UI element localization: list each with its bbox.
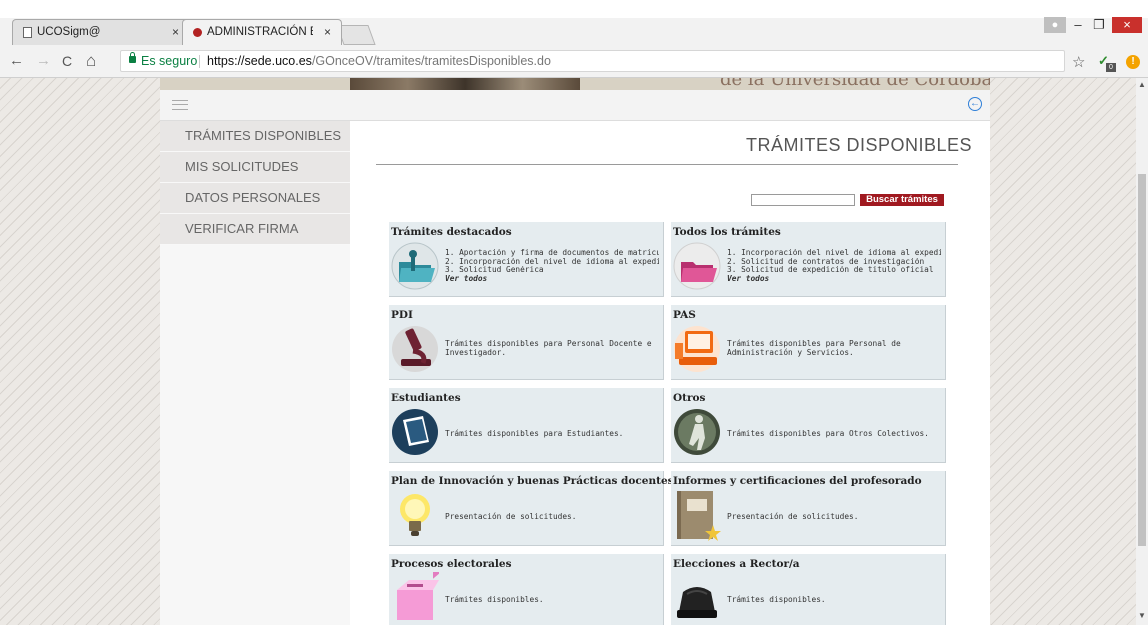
scroll-up-icon[interactable]: ▲ bbox=[1138, 80, 1146, 89]
card-procesos-electorales[interactable]: Procesos electorales Trámites disponible… bbox=[389, 554, 664, 625]
card-estudiantes[interactable]: Estudiantes Trámites disponibles para Es… bbox=[389, 388, 664, 463]
search-input[interactable] bbox=[751, 194, 855, 206]
extension-badge: 0 bbox=[1106, 63, 1116, 72]
scroll-down-icon[interactable]: ▼ bbox=[1138, 611, 1146, 620]
sidebar-item-datos-personales[interactable]: DATOS PERSONALES bbox=[160, 183, 350, 214]
card-title[interactable]: Elecciones a Rector/a bbox=[673, 558, 800, 570]
card-items: 1. Aportación y firma de documentos de m… bbox=[445, 249, 659, 283]
lightbulb-icon bbox=[400, 494, 430, 536]
book-icon bbox=[392, 409, 438, 455]
list-item[interactable]: 3. Solicitud de expedición de título ofi… bbox=[727, 266, 941, 275]
tab-title: UCOSigm@ bbox=[37, 26, 101, 38]
top-bar: ← bbox=[160, 90, 990, 121]
banner-photo bbox=[350, 78, 580, 90]
academic-cap-icon bbox=[677, 587, 717, 618]
browser-toolbar: ← → C ⌂ Es seguro https://sede.uco.es/GO… bbox=[0, 47, 1148, 78]
reload-icon[interactable]: C bbox=[62, 51, 72, 71]
sidebar-item-tramites-disponibles[interactable]: TRÁMITES DISPONIBLES bbox=[160, 121, 350, 152]
lock-icon bbox=[129, 52, 136, 63]
home-icon[interactable]: ⌂ bbox=[86, 51, 96, 71]
sidebar-item-mis-solicitudes[interactable]: MIS SOLICITUDES bbox=[160, 152, 350, 183]
vertical-scrollbar[interactable]: ▲ ▼ bbox=[1136, 78, 1148, 625]
bookmark-star-icon[interactable]: ☆ bbox=[1072, 53, 1085, 71]
card-description: Trámites disponibles para Estudiantes. bbox=[445, 429, 624, 438]
url-text[interactable]: https://sede.uco.es/GOnceOV/tramites/tra… bbox=[207, 51, 551, 71]
window-top-strip bbox=[0, 0, 1148, 18]
search-button[interactable]: Buscar trámites bbox=[860, 194, 944, 206]
ballot-box-icon bbox=[397, 572, 439, 620]
card-description: Trámites disponibles para Personal Docen… bbox=[445, 339, 652, 357]
card-description: Presentación de solicitudes. bbox=[445, 512, 577, 521]
tab-administracion[interactable]: ADMINISTRACIÓN ELECT × bbox=[182, 19, 342, 45]
sidebar: TRÁMITES DISPONIBLES MIS SOLICITUDES DAT… bbox=[160, 121, 350, 625]
list-item[interactable]: 2. Solicitud de contratos de investigaci… bbox=[727, 258, 941, 267]
card-pdi[interactable]: PDI Trámites disponibles para Personal D… bbox=[389, 305, 664, 380]
card-plan-innovacion[interactable]: Plan de Innovación y buenas Prácticas do… bbox=[389, 471, 674, 546]
card-tramites-destacados[interactable]: Trámites destacados 1. Aportación y firm… bbox=[389, 222, 664, 297]
ver-todos-link[interactable]: Ver todos bbox=[445, 275, 659, 284]
tab-ucosigma[interactable]: UCOSigm@ × bbox=[12, 19, 190, 45]
card-description: Trámites disponibles. bbox=[445, 595, 544, 604]
card-title[interactable]: PDI bbox=[391, 309, 413, 321]
card-todos-los-tramites[interactable]: Todos los trámites 1. Incorporación del … bbox=[671, 222, 946, 297]
list-item[interactable]: 3. Solicitud Genérica bbox=[445, 266, 659, 275]
card-pas[interactable]: PAS Trámites disponibles para Personal d… bbox=[671, 305, 946, 380]
page-viewport: de la Universidad de Córdoba ← TRÁMITES … bbox=[0, 78, 1136, 625]
folder-teal-icon bbox=[391, 242, 439, 290]
sidebar-item-verificar-firma[interactable]: VERIFICAR FIRMA bbox=[160, 214, 350, 245]
new-tab-button[interactable] bbox=[336, 25, 376, 45]
card-title[interactable]: Otros bbox=[673, 392, 705, 404]
computer-icon bbox=[674, 326, 720, 372]
card-title[interactable]: PAS bbox=[673, 309, 696, 321]
tab-close-icon[interactable]: × bbox=[324, 20, 331, 44]
ver-todos-link[interactable]: Ver todos bbox=[727, 275, 941, 284]
url-separator bbox=[199, 55, 200, 68]
uco-favicon-icon bbox=[193, 28, 202, 37]
card-elecciones-rector[interactable]: Elecciones a Rector/a Trámites disponibl… bbox=[671, 554, 946, 625]
card-otros[interactable]: Otros Trámites disponibles para Otros Co… bbox=[671, 388, 946, 463]
close-window-button[interactable]: × bbox=[1112, 17, 1142, 33]
person-icon bbox=[674, 409, 720, 455]
secure-label: Es seguro bbox=[141, 54, 198, 68]
list-item[interactable]: 2. Incorporación del nivel de idioma al … bbox=[445, 258, 659, 267]
header-banner: de la Universidad de Córdoba bbox=[160, 78, 990, 90]
page-icon bbox=[23, 27, 32, 38]
card-title[interactable]: Plan de Innovación y buenas Prácticas do… bbox=[391, 475, 674, 487]
list-item[interactable]: 1. Aportación y firma de documentos de m… bbox=[445, 249, 659, 258]
card-description: Trámites disponibles. bbox=[727, 595, 826, 604]
hamburger-menu-icon[interactable] bbox=[172, 100, 188, 110]
page-container: ← TRÁMITES DISPONIBLES MIS SOLICITUDES D… bbox=[160, 90, 990, 625]
warning-icon[interactable]: ! bbox=[1126, 55, 1140, 69]
card-informes-certificaciones[interactable]: Informes y certificaciones del profesora… bbox=[671, 471, 946, 546]
card-description: Presentación de solicitudes. bbox=[727, 512, 859, 521]
card-description: Trámites disponibles para Personal de Ad… bbox=[727, 339, 901, 357]
folder-pink-icon bbox=[673, 242, 721, 290]
list-item[interactable]: 1. Incorporación del nivel de idioma al … bbox=[727, 249, 941, 258]
back-arrow-icon[interactable]: ← bbox=[968, 97, 982, 111]
card-items: 1. Incorporación del nivel de idioma al … bbox=[727, 249, 941, 283]
browser-chrome: UCOSigm@ × ADMINISTRACIÓN ELECT × ● – ❐ … bbox=[0, 0, 1148, 48]
card-title[interactable]: Estudiantes bbox=[391, 392, 461, 404]
microscope-icon bbox=[392, 326, 438, 372]
notebook-icon bbox=[677, 491, 721, 541]
minimize-button[interactable]: – bbox=[1068, 17, 1088, 33]
maximize-button[interactable]: ❐ bbox=[1088, 17, 1110, 33]
card-title[interactable]: Informes y certificaciones del profesora… bbox=[673, 475, 922, 487]
back-icon[interactable]: ← bbox=[9, 51, 24, 71]
card-title[interactable]: Procesos electorales bbox=[391, 558, 512, 570]
card-title[interactable]: Todos los trámites bbox=[673, 226, 781, 238]
title-divider bbox=[376, 164, 958, 165]
card-description: Trámites disponibles para Otros Colectiv… bbox=[727, 429, 929, 438]
scrollbar-thumb[interactable] bbox=[1138, 174, 1146, 546]
page-title: TRÁMITES DISPONIBLES bbox=[746, 135, 973, 155]
card-title[interactable]: Trámites destacados bbox=[391, 226, 512, 238]
tab-title: ADMINISTRACIÓN ELECT bbox=[207, 26, 313, 38]
tab-close-icon[interactable]: × bbox=[172, 20, 179, 44]
user-profile-icon[interactable]: ● bbox=[1044, 17, 1066, 33]
banner-text: de la Universidad de Córdoba bbox=[720, 78, 990, 90]
address-bar[interactable]: Es seguro https://sede.uco.es/GOnceOV/tr… bbox=[120, 50, 1065, 72]
forward-icon[interactable]: → bbox=[36, 51, 51, 71]
